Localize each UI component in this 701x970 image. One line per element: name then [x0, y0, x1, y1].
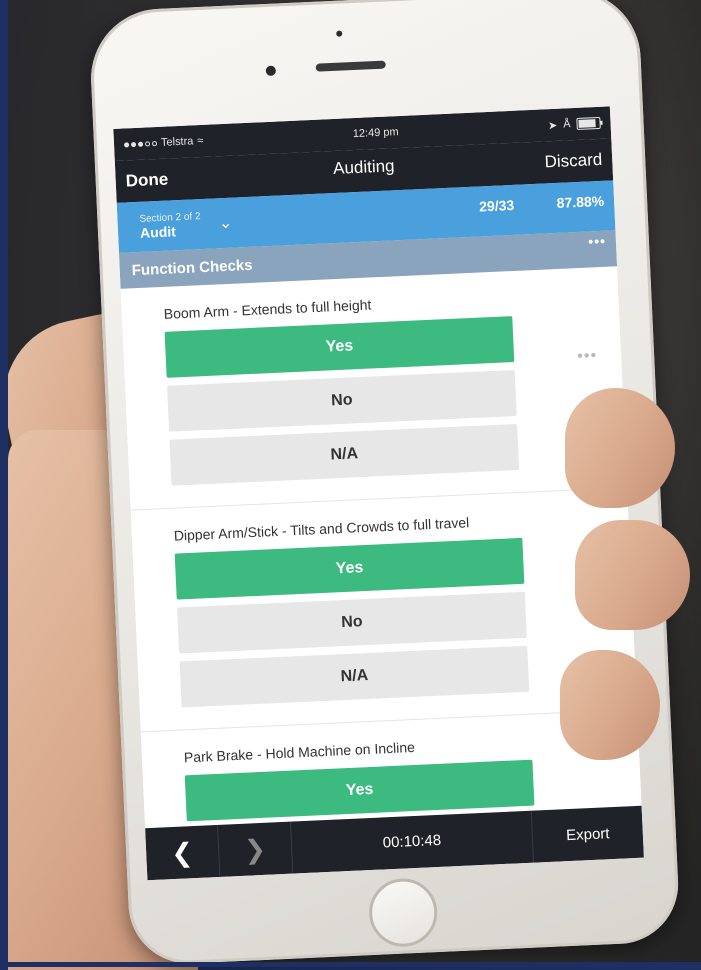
- option-no[interactable]: No: [177, 591, 527, 654]
- frame-border: [0, 0, 8, 967]
- earpiece-speaker: [315, 60, 386, 72]
- signal-icon: [123, 140, 158, 147]
- wifi-icon: ≈: [197, 134, 204, 148]
- option-na[interactable]: N/A: [169, 423, 520, 486]
- bluetooth-icon: Å: [562, 118, 571, 131]
- carrier-label: Telstra: [160, 135, 194, 149]
- battery-icon: [576, 116, 601, 130]
- question-item: Boom Arm - Extends to full height Yes No…: [120, 266, 628, 511]
- proximity-sensor: [336, 30, 343, 37]
- export-button[interactable]: Export: [532, 823, 643, 845]
- home-button[interactable]: [367, 877, 439, 949]
- section-percent: 87.88%: [556, 192, 605, 211]
- status-time: 12:49 pm: [352, 126, 399, 141]
- group-more-icon[interactable]: •••: [588, 233, 606, 250]
- chevron-right-icon[interactable]: ❯: [218, 821, 294, 877]
- option-no[interactable]: No: [167, 370, 517, 432]
- section-progress: 29/33: [478, 196, 515, 215]
- section-name: Audit: [139, 222, 177, 241]
- chevron-down-icon[interactable]: ⌄: [218, 213, 233, 234]
- front-camera: [265, 65, 277, 76]
- question-list: Boom Arm - Extends to full height Yes No…: [120, 266, 643, 847]
- app-screen: Telstra ≈ 12:49 pm ➤ Å Done Auditing Dis…: [113, 106, 644, 881]
- hand-finger: [575, 520, 690, 630]
- question-more-icon[interactable]: •••: [577, 347, 598, 366]
- group-title: Function Checks: [131, 256, 253, 279]
- location-icon: ➤: [547, 119, 558, 132]
- option-yes[interactable]: Yes: [164, 316, 515, 378]
- frame-border: [0, 962, 701, 967]
- elapsed-timer: 00:10:48: [290, 810, 535, 874]
- option-na[interactable]: N/A: [179, 645, 530, 708]
- chevron-left-icon[interactable]: ❮: [145, 824, 221, 881]
- option-yes[interactable]: Yes: [174, 537, 525, 600]
